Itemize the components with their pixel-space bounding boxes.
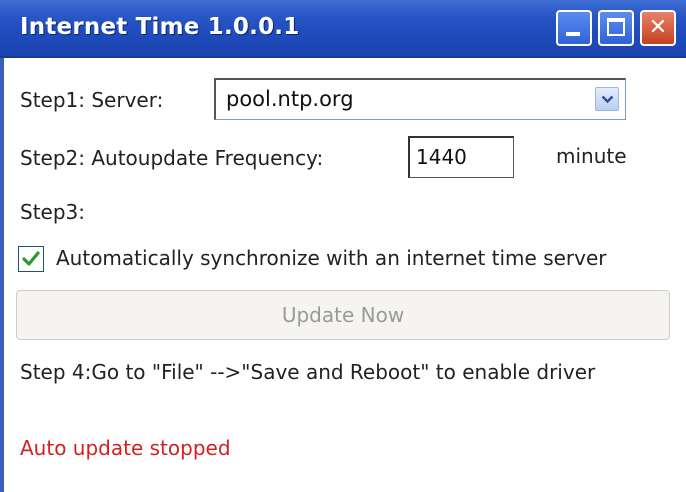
internet-time-window: Internet Time 1.0.0.1 ✕ Step1: Server: p… bbox=[0, 0, 686, 492]
step4-instructions: Step 4:Go to "File" -->"Save and Reboot"… bbox=[20, 360, 596, 384]
window-frame-left bbox=[0, 58, 4, 492]
frequency-unit-label: minute bbox=[556, 144, 627, 168]
close-icon: ✕ bbox=[648, 15, 668, 40]
auto-sync-checkbox[interactable] bbox=[18, 246, 44, 272]
step2-label: Step2: Autoupdate Frequency: bbox=[20, 146, 324, 170]
update-now-button[interactable]: Update Now bbox=[16, 290, 670, 340]
step1-label: Step1: Server: bbox=[20, 88, 164, 112]
checkmark-icon bbox=[22, 251, 40, 266]
step3-label: Step3: bbox=[20, 200, 85, 224]
server-value: pool.ntp.org bbox=[226, 87, 354, 111]
maximize-icon bbox=[607, 18, 625, 36]
status-message: Auto update stopped bbox=[20, 436, 231, 460]
dropdown-arrow-button[interactable] bbox=[595, 87, 619, 111]
frequency-input[interactable]: 1440 bbox=[408, 136, 514, 178]
window-title: Internet Time 1.0.0.1 bbox=[20, 14, 300, 40]
close-button[interactable]: ✕ bbox=[640, 10, 676, 46]
chevron-down-icon bbox=[601, 95, 614, 104]
minimize-icon bbox=[566, 32, 580, 36]
server-dropdown[interactable]: pool.ntp.org bbox=[214, 78, 626, 120]
minimize-button[interactable] bbox=[556, 10, 592, 46]
title-bar[interactable]: Internet Time 1.0.0.1 ✕ bbox=[0, 0, 686, 58]
auto-sync-label[interactable]: Automatically synchronize with an intern… bbox=[56, 246, 607, 270]
maximize-button[interactable] bbox=[598, 10, 634, 46]
